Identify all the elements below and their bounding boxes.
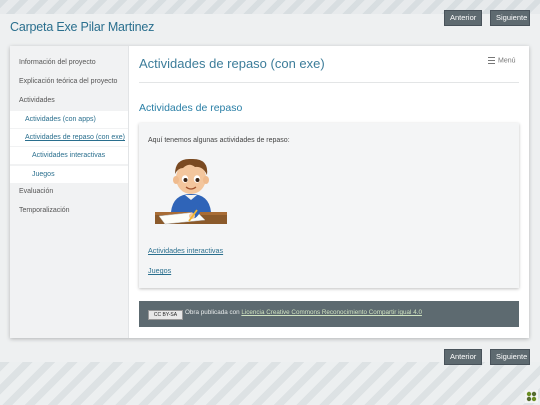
license-text: Obra publicada con Licencia Creative Com…	[185, 309, 422, 316]
boy-writing-illustration	[155, 158, 227, 225]
hamburger-icon	[488, 57, 495, 64]
link-juegos[interactable]: Juegos	[148, 266, 171, 275]
sidebar-item-actividades-interactivas[interactable]: Actividades interactivas	[10, 147, 128, 164]
sidebar-item-actividades[interactable]: Actividades	[10, 92, 128, 109]
menu-label: Menú	[498, 57, 516, 65]
license-prefix: Obra publicada con	[185, 309, 242, 316]
prev-button-top[interactable]: Anterior	[444, 10, 482, 26]
sidebar-nav: Información del proyecto Explicación teó…	[10, 46, 129, 338]
page-title: Actividades de repaso (con exe)	[139, 56, 325, 71]
activity-box: Aquí tenemos algunas actividades de repa…	[139, 123, 519, 288]
license-footer: CC BY-SA Obra publicada con Licencia Cre…	[139, 301, 519, 327]
sidebar-item-explicacion[interactable]: Explicación teórica del proyecto	[10, 73, 128, 90]
background-pattern-bottom	[0, 362, 540, 405]
prev-button-bottom[interactable]: Anterior	[444, 349, 482, 365]
sidebar-item-temporalizacion[interactable]: Temporalización	[10, 202, 128, 219]
site-title[interactable]: Carpeta Exe Pilar Martinez	[10, 20, 154, 34]
title-divider	[139, 82, 519, 83]
license-link[interactable]: Licencia Creative Commons Reconocimiento…	[241, 309, 422, 316]
sidebar-item-evaluacion[interactable]: Evaluación	[10, 183, 128, 200]
sidebar-item-juegos[interactable]: Juegos	[10, 166, 128, 183]
next-button-bottom[interactable]: Siguiente	[490, 349, 530, 365]
content-card: Información del proyecto Explicación teó…	[10, 46, 529, 338]
sidebar-item-actividades-apps[interactable]: Actividades (con apps)	[10, 111, 128, 128]
sidebar-item-actividades-repaso[interactable]: Actividades de repaso (con exe)	[10, 129, 128, 146]
cc-license-badge[interactable]: CC BY-SA	[148, 310, 183, 320]
exe-logo-icon[interactable]	[525, 390, 538, 403]
next-button-top[interactable]: Siguiente	[490, 10, 530, 26]
link-actividades-interactivas[interactable]: Actividades interactivas	[148, 246, 223, 255]
sidebar-item-informacion[interactable]: Información del proyecto	[10, 54, 128, 71]
section-title: Actividades de repaso	[139, 102, 243, 114]
menu-toggle[interactable]: Menú	[488, 57, 516, 64]
intro-text: Aquí tenemos algunas actividades de repa…	[148, 137, 290, 144]
